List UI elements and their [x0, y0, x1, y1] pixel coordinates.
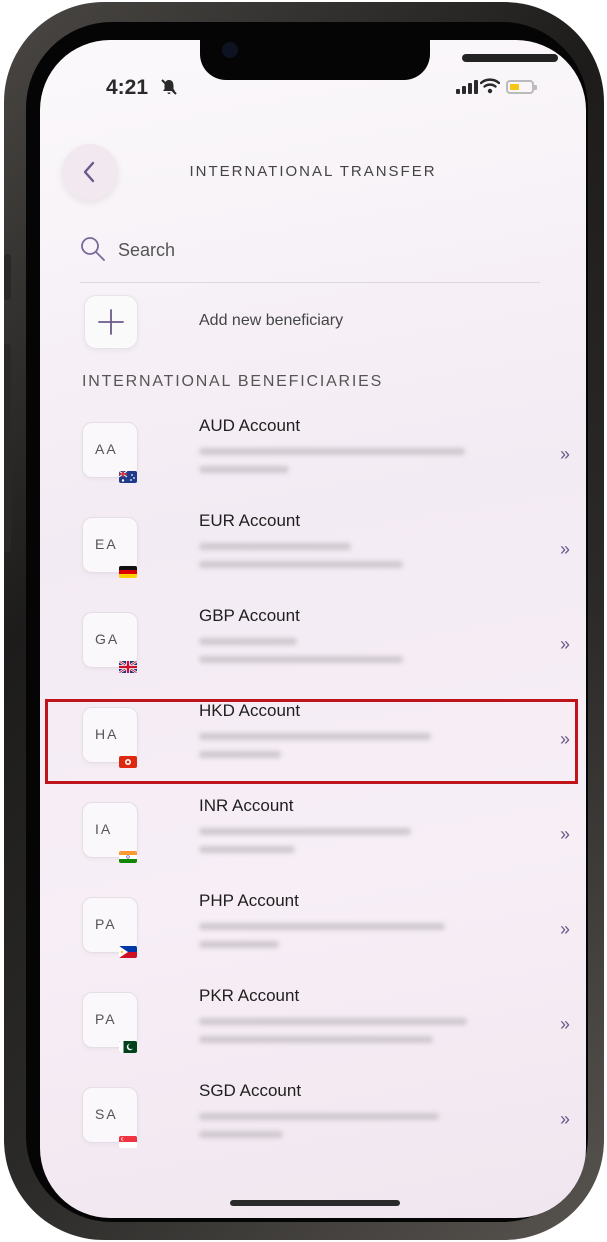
india-flag-icon: [119, 851, 137, 863]
avatar-initials: PA: [95, 916, 117, 932]
avatar: AA: [82, 422, 138, 483]
germany-flag-icon: [119, 566, 137, 578]
pakistan-flag-icon: [119, 1041, 137, 1053]
redacted-bank-name: [199, 638, 297, 645]
home-indicator: [230, 1200, 400, 1206]
double-chevron-right-icon: ››: [560, 444, 570, 464]
double-chevron-right-icon: ››: [560, 1014, 570, 1034]
double-chevron-right-icon: ››: [560, 824, 570, 844]
cellular-signal-icon: [456, 80, 478, 94]
plus-icon: [98, 309, 124, 335]
avatar: GA: [82, 612, 138, 673]
double-chevron-right-icon: ››: [560, 539, 570, 559]
avatar: PA: [82, 992, 138, 1053]
beneficiary-item-pkr[interactable]: PA PKR Account ››: [80, 982, 570, 1072]
avatar-initials: PA: [95, 1011, 117, 1027]
avatar: SA: [82, 1087, 138, 1148]
beneficiary-item-aud[interactable]: AA AUD Account ››: [80, 412, 570, 502]
singapore-flag-icon: [119, 1136, 137, 1148]
beneficiary-item-php[interactable]: PA PHP Account ››: [80, 887, 570, 977]
redacted-bank-name: [199, 1018, 467, 1025]
double-chevron-right-icon: ››: [560, 634, 570, 654]
avatar: IA: [82, 802, 138, 863]
redacted-account-number: [199, 656, 403, 663]
search-input[interactable]: [118, 240, 518, 261]
account-name: INR Account: [199, 796, 294, 815]
volume-up-button: [4, 344, 11, 434]
account-name: AUD Account: [199, 416, 301, 435]
add-beneficiary-button[interactable]: Add new beneficiary: [80, 295, 540, 351]
add-box: [84, 295, 138, 349]
app-screen: 4:21 INTERNATIONAL TRANSFER Add n: [40, 40, 586, 1218]
double-chevron-right-icon: ››: [560, 1109, 570, 1129]
double-chevron-right-icon: ››: [560, 919, 570, 939]
redacted-bank-name: [199, 448, 465, 455]
search-icon: [81, 237, 105, 261]
redacted-bank-name: [199, 1113, 439, 1120]
redacted-account-number: [199, 466, 289, 473]
account-name: SGD Account: [199, 1081, 302, 1100]
highlight-box: [45, 699, 578, 784]
volume-down-button: [4, 462, 11, 552]
avatar: PA: [82, 897, 138, 958]
battery-icon: [506, 80, 537, 94]
beneficiary-item-eur[interactable]: EA EUR Account ››: [80, 507, 570, 597]
redacted-account-number: [199, 1036, 433, 1043]
silent-bell-icon: [160, 78, 178, 101]
redacted-bank-name: [199, 923, 445, 930]
redacted-bank-name: [199, 543, 351, 550]
avatar-initials: IA: [95, 821, 113, 837]
search-bar[interactable]: [80, 232, 540, 283]
wifi-icon: [480, 78, 500, 94]
beneficiary-item-gbp[interactable]: GA GBP Account ››: [80, 602, 570, 692]
avatar-initials: EA: [95, 536, 118, 552]
front-camera: [222, 42, 238, 58]
avatar-initials: AA: [95, 441, 118, 457]
redacted-bank-name: [199, 828, 411, 835]
speaker-grill: [462, 54, 558, 62]
status-time: 4:21: [106, 76, 149, 99]
mute-switch: [4, 254, 11, 300]
australia-flag-icon: [119, 471, 137, 483]
beneficiary-item-inr[interactable]: IA INR Account ››: [80, 792, 570, 882]
redacted-account-number: [199, 846, 295, 853]
redacted-account-number: [199, 561, 403, 568]
avatar: EA: [82, 517, 138, 578]
account-name: GBP Account: [199, 606, 300, 625]
add-beneficiary-label: Add new beneficiary: [199, 312, 344, 329]
philippines-flag-icon: [119, 946, 137, 958]
redacted-account-number: [199, 941, 279, 948]
account-name: PKR Account: [199, 986, 300, 1005]
avatar-initials: GA: [95, 631, 120, 647]
page-title: INTERNATIONAL TRANSFER: [189, 163, 437, 180]
account-name: EUR Account: [199, 511, 301, 530]
uk-flag-icon: [119, 661, 137, 673]
beneficiary-item-sgd[interactable]: SA SGD Account ››: [80, 1077, 570, 1167]
section-title: INTERNATIONAL BENEFICIARIES: [82, 373, 384, 390]
redacted-account-number: [199, 1131, 283, 1138]
account-name: PHP Account: [199, 891, 299, 910]
avatar-initials: SA: [95, 1106, 118, 1122]
